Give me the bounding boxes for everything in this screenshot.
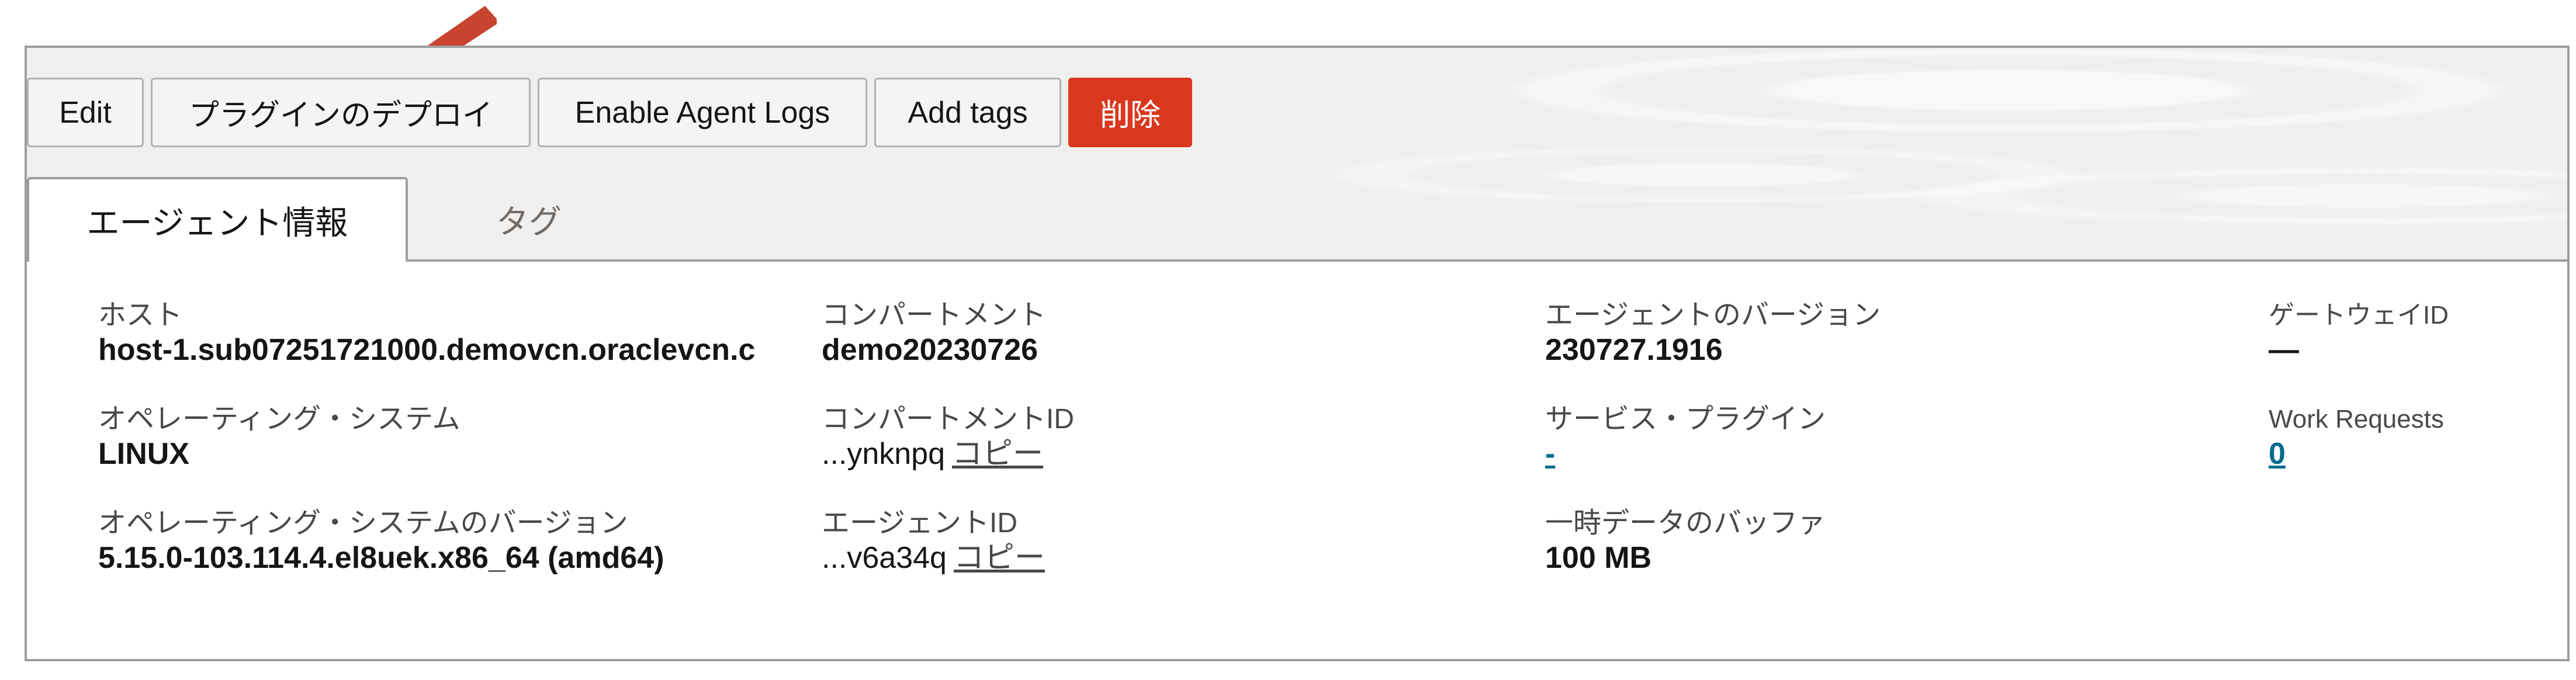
panel-header: Edit プラグインのデプロイ Enable Agent Logs Add ta… [27, 48, 2567, 262]
deploy-plugins-button[interactable]: プラグインのデプロイ [151, 78, 531, 147]
compartment-id-label: コンパートメントID [822, 404, 1075, 435]
service-plugin-link[interactable]: - [1545, 437, 1555, 471]
gateway-id-label: ゲートウェイID [2269, 301, 2449, 329]
host-value: host-1.sub07251721000.demovcn.oraclevcn.… [98, 333, 756, 367]
add-tags-button[interactable]: Add tags [874, 78, 1061, 147]
os-version-label: オペレーティング・システムのバージョン [98, 508, 628, 539]
os-version-value: 5.15.0-103.114.4.el8uek.x86_64 (amd64) [98, 541, 664, 575]
work-requests-link[interactable]: 0 [2269, 437, 2286, 471]
service-plugin-label: サービス・プラグイン [1545, 404, 1826, 435]
enable-agent-logs-button[interactable]: Enable Agent Logs [538, 78, 867, 147]
compartment-id-value: ...ynknpq [822, 437, 946, 471]
buffer-label: 一時データのバッファ [1545, 508, 1826, 539]
work-requests-label: Work Requests [2269, 405, 2444, 433]
host-label: ホスト [98, 300, 183, 331]
agent-version-value: 230727.1916 [1545, 333, 1723, 367]
delete-button[interactable]: 削除 [1068, 78, 1192, 147]
agent-version-label: エージェントのバージョン [1545, 300, 1881, 331]
copy-agent-id-link[interactable]: コピー [954, 541, 1045, 575]
os-value: LINUX [98, 437, 189, 471]
details-column-1: ホスト host-1.sub07251721000.demovcn.oracle… [98, 299, 794, 611]
compartment-value: demo20230726 [822, 333, 1038, 367]
buffer-value: 100 MB [1545, 541, 1652, 575]
details-column-2: コンパートメント demo20230726 コンパートメントID ...ynkn… [822, 299, 1494, 611]
agent-id-row: ...v6a34q コピー [822, 540, 1494, 576]
agent-id-value: ...v6a34q [822, 541, 947, 575]
tab-tags[interactable]: タグ [428, 177, 630, 262]
compartment-id-row: ...ynknpq コピー [822, 436, 1494, 472]
details-column-4: ゲートウェイID — Work Requests 0 [2269, 299, 2549, 507]
agent-id-label: エージェントID [822, 508, 1018, 539]
agent-detail-panel: Edit プラグインのデプロイ Enable Agent Logs Add ta… [25, 46, 2570, 661]
os-label: オペレーティング・システム [98, 404, 461, 435]
gateway-id-value: — [2269, 333, 2299, 367]
details-column-3: エージェントのバージョン 230727.1916 サービス・プラグイン - 一時… [1545, 299, 2217, 611]
edit-button[interactable]: Edit [27, 78, 144, 147]
copy-compartment-id-link[interactable]: コピー [952, 437, 1043, 471]
tab-agent-info[interactable]: エージェント情報 [27, 177, 408, 262]
compartment-label: コンパートメント [822, 300, 1047, 331]
